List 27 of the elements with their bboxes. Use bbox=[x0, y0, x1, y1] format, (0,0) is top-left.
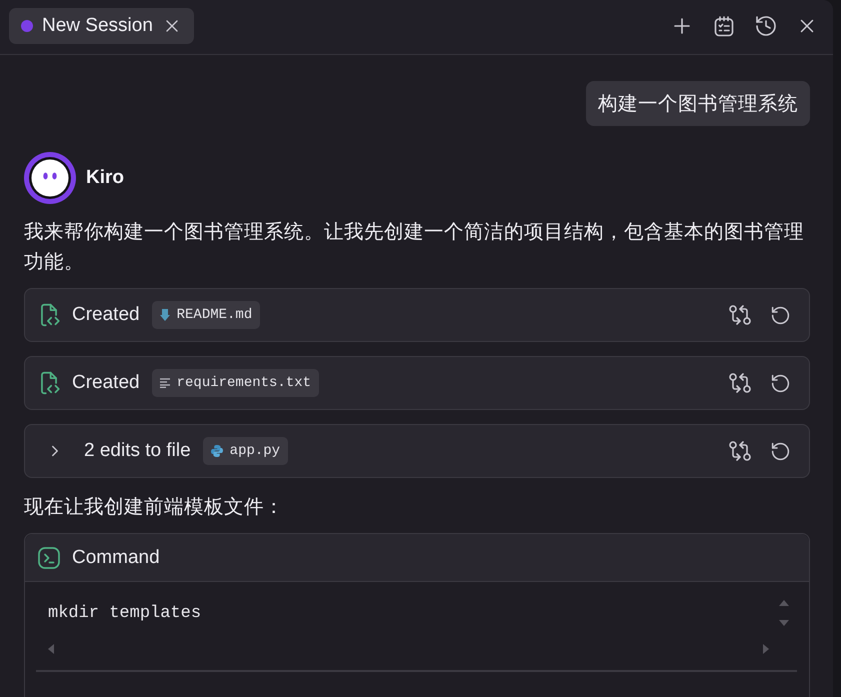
down-arrow-icon bbox=[160, 309, 170, 321]
file-chip[interactable]: app.py bbox=[202, 437, 288, 465]
compare-icon[interactable] bbox=[728, 439, 752, 463]
file-chip[interactable]: requirements.txt bbox=[152, 369, 320, 397]
command-title: Command bbox=[72, 546, 160, 568]
assistant-name: Kiro bbox=[86, 167, 124, 189]
file-chip[interactable]: README.md bbox=[152, 301, 260, 329]
python-icon bbox=[210, 445, 223, 457]
undo-icon[interactable] bbox=[770, 304, 791, 326]
terminal-icon bbox=[37, 546, 61, 570]
assistant-message: 现在让我创建前端模板文件： bbox=[24, 495, 285, 520]
undo-icon[interactable] bbox=[770, 440, 791, 462]
step-label: 2 edits to file bbox=[84, 440, 191, 462]
session-tab[interactable]: New Session bbox=[9, 8, 194, 44]
text-lines-icon bbox=[160, 378, 170, 388]
history-icon[interactable] bbox=[754, 14, 778, 38]
user-message: 构建一个图书管理系统 bbox=[586, 81, 810, 126]
command-code: mkdir templates bbox=[48, 603, 202, 623]
undo-icon[interactable] bbox=[770, 372, 791, 394]
status-dot-icon bbox=[21, 20, 33, 32]
assistant-message: 我来帮你构建一个图书管理系统。让我先创建一个简洁的项目结构，包含基本的图书管理功能。 bbox=[24, 220, 805, 275]
compare-icon[interactable] bbox=[728, 371, 752, 395]
step-label: Created bbox=[72, 372, 140, 394]
bot-avatar-icon bbox=[24, 152, 76, 204]
checklist-icon[interactable] bbox=[712, 14, 736, 38]
compare-icon[interactable] bbox=[728, 303, 752, 327]
step-label: Created bbox=[72, 304, 140, 326]
